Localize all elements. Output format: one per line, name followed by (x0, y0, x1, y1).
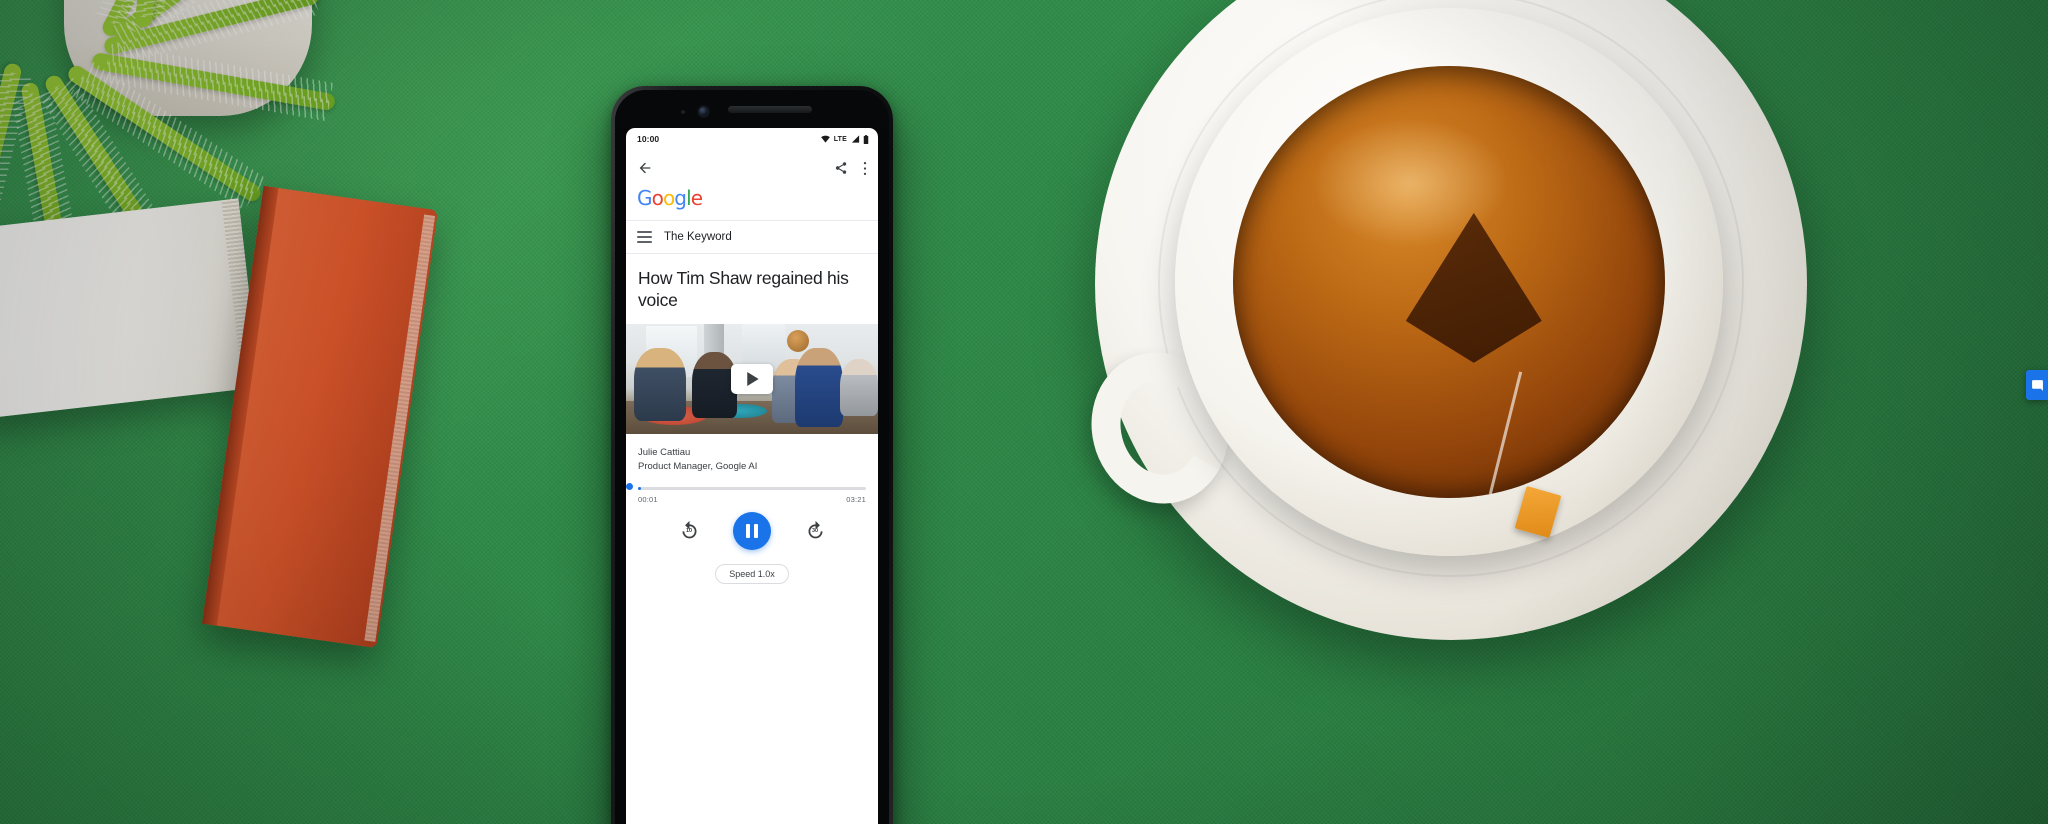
pause-button[interactable] (733, 511, 771, 550)
share-button[interactable] (834, 161, 848, 175)
comment-badge[interactable] (2026, 370, 2048, 400)
background-scene (0, 0, 2048, 824)
play-button[interactable] (731, 363, 773, 394)
current-time: 00:01 (638, 494, 658, 504)
keyword-nav-bar: The Keyword (626, 220, 878, 254)
back-arrow-icon (639, 162, 651, 174)
battery-icon (863, 134, 869, 144)
back-button[interactable] (637, 160, 653, 176)
phone-device: 10:00 LTE Google The Keyword How Tim Sha… (611, 86, 893, 824)
progress-bar[interactable] (626, 482, 878, 490)
author-block: Julie Cattiau Product Manager, Google AI (626, 434, 878, 483)
time-labels: 00:01 03:21 (626, 490, 878, 504)
wifi-icon (821, 135, 831, 143)
front-camera (699, 107, 708, 116)
speed-button[interactable]: Speed 1.0x (715, 563, 789, 584)
google-logo-row: Google (626, 186, 878, 220)
phone-top-bezel (615, 90, 889, 128)
rewind-10-button[interactable]: 10 (677, 519, 701, 543)
author-name: Julie Cattiau (638, 446, 691, 458)
more-vertical-icon (863, 161, 867, 175)
comment-icon (2031, 379, 2043, 391)
share-icon (835, 162, 847, 174)
blog-title: The Keyword (664, 231, 732, 243)
signal-icon (851, 135, 859, 143)
video-thumbnail[interactable] (626, 323, 878, 434)
status-time: 10:00 (637, 134, 660, 144)
overflow-menu-button[interactable] (863, 161, 867, 176)
app-toolbar (626, 150, 878, 186)
article-headline: How Tim Shaw regained his voice (638, 268, 849, 311)
hamburger-menu-icon[interactable] (637, 231, 652, 243)
vignette (0, 0, 2048, 824)
proximity-sensor (681, 110, 685, 114)
progress-track[interactable] (638, 487, 866, 490)
forward-seconds-label: 30 (811, 528, 819, 535)
author-role: Product Manager, Google AI (638, 460, 758, 472)
phone-screen: 10:00 LTE Google The Keyword How Tim Sha… (626, 128, 878, 824)
status-bar: 10:00 LTE (626, 128, 878, 150)
progress-knob[interactable] (626, 482, 634, 490)
network-label: LTE (833, 135, 847, 143)
speed-row: Speed 1.0x (626, 550, 878, 584)
playback-controls: 10 30 (626, 504, 878, 550)
earpiece-speaker (728, 106, 812, 113)
rewind-seconds-label: 10 (685, 528, 693, 535)
progress-fill (638, 487, 642, 490)
google-logo: Google (637, 186, 703, 210)
total-time: 03:21 (846, 494, 866, 504)
play-triangle-icon (746, 371, 759, 386)
forward-30-button[interactable]: 30 (803, 519, 827, 543)
